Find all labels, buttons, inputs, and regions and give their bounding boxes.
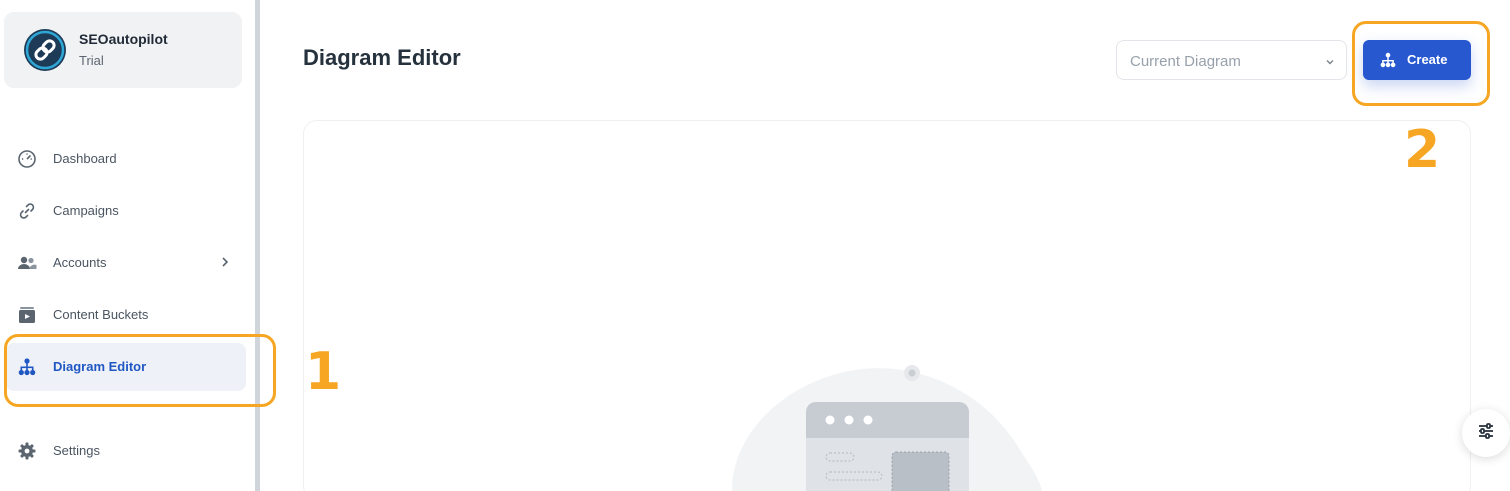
sidebar-item-accounts[interactable]: Accounts — [6, 239, 246, 287]
chevron-right-icon — [218, 255, 232, 269]
filter-settings-button[interactable] — [1462, 409, 1510, 457]
sidebar-item-dashboard[interactable]: Dashboard — [6, 135, 246, 183]
sidebar-item-content-buckets[interactable]: Content Buckets — [6, 291, 246, 339]
sidebar-resize-handle[interactable] — [255, 0, 260, 491]
link-icon — [17, 201, 37, 221]
step-1-highlight — [4, 334, 276, 407]
chevron-down-icon — [1324, 55, 1336, 67]
sidebar-item-settings[interactable]: Settings — [6, 427, 246, 475]
sidebar-item-label: Campaigns — [53, 203, 119, 218]
sidebar-item-label: Content Buckets — [53, 307, 149, 322]
workspace-logo — [24, 29, 66, 71]
step-2-highlight — [1352, 21, 1490, 106]
empty-state-illustration — [730, 350, 1050, 491]
sidebar-item-label: Accounts — [53, 255, 107, 270]
workspace-switcher[interactable]: SEOautopilot Trial — [4, 12, 242, 88]
sidebar: SEOautopilot Trial Dashboard Campaigns A… — [0, 0, 255, 491]
gear-icon — [17, 441, 37, 461]
sliders-icon — [1476, 421, 1496, 446]
sidebar-item-campaigns[interactable]: Campaigns — [6, 187, 246, 235]
workspace-name: SEOautopilot — [79, 31, 168, 47]
step-2-number: 2 — [1404, 120, 1441, 180]
diagram-select[interactable]: Current Diagram — [1116, 40, 1347, 80]
page-title: Diagram Editor — [303, 45, 461, 70]
archive-icon — [17, 305, 37, 325]
users-icon — [17, 253, 37, 273]
speedometer-icon — [17, 149, 37, 169]
workspace-plan: Trial — [79, 53, 104, 68]
diagram-select-value: Current Diagram — [1130, 53, 1241, 70]
step-1-number: 1 — [305, 342, 342, 402]
sidebar-item-label: Dashboard — [53, 151, 117, 166]
sidebar-item-label: Settings — [53, 443, 100, 458]
